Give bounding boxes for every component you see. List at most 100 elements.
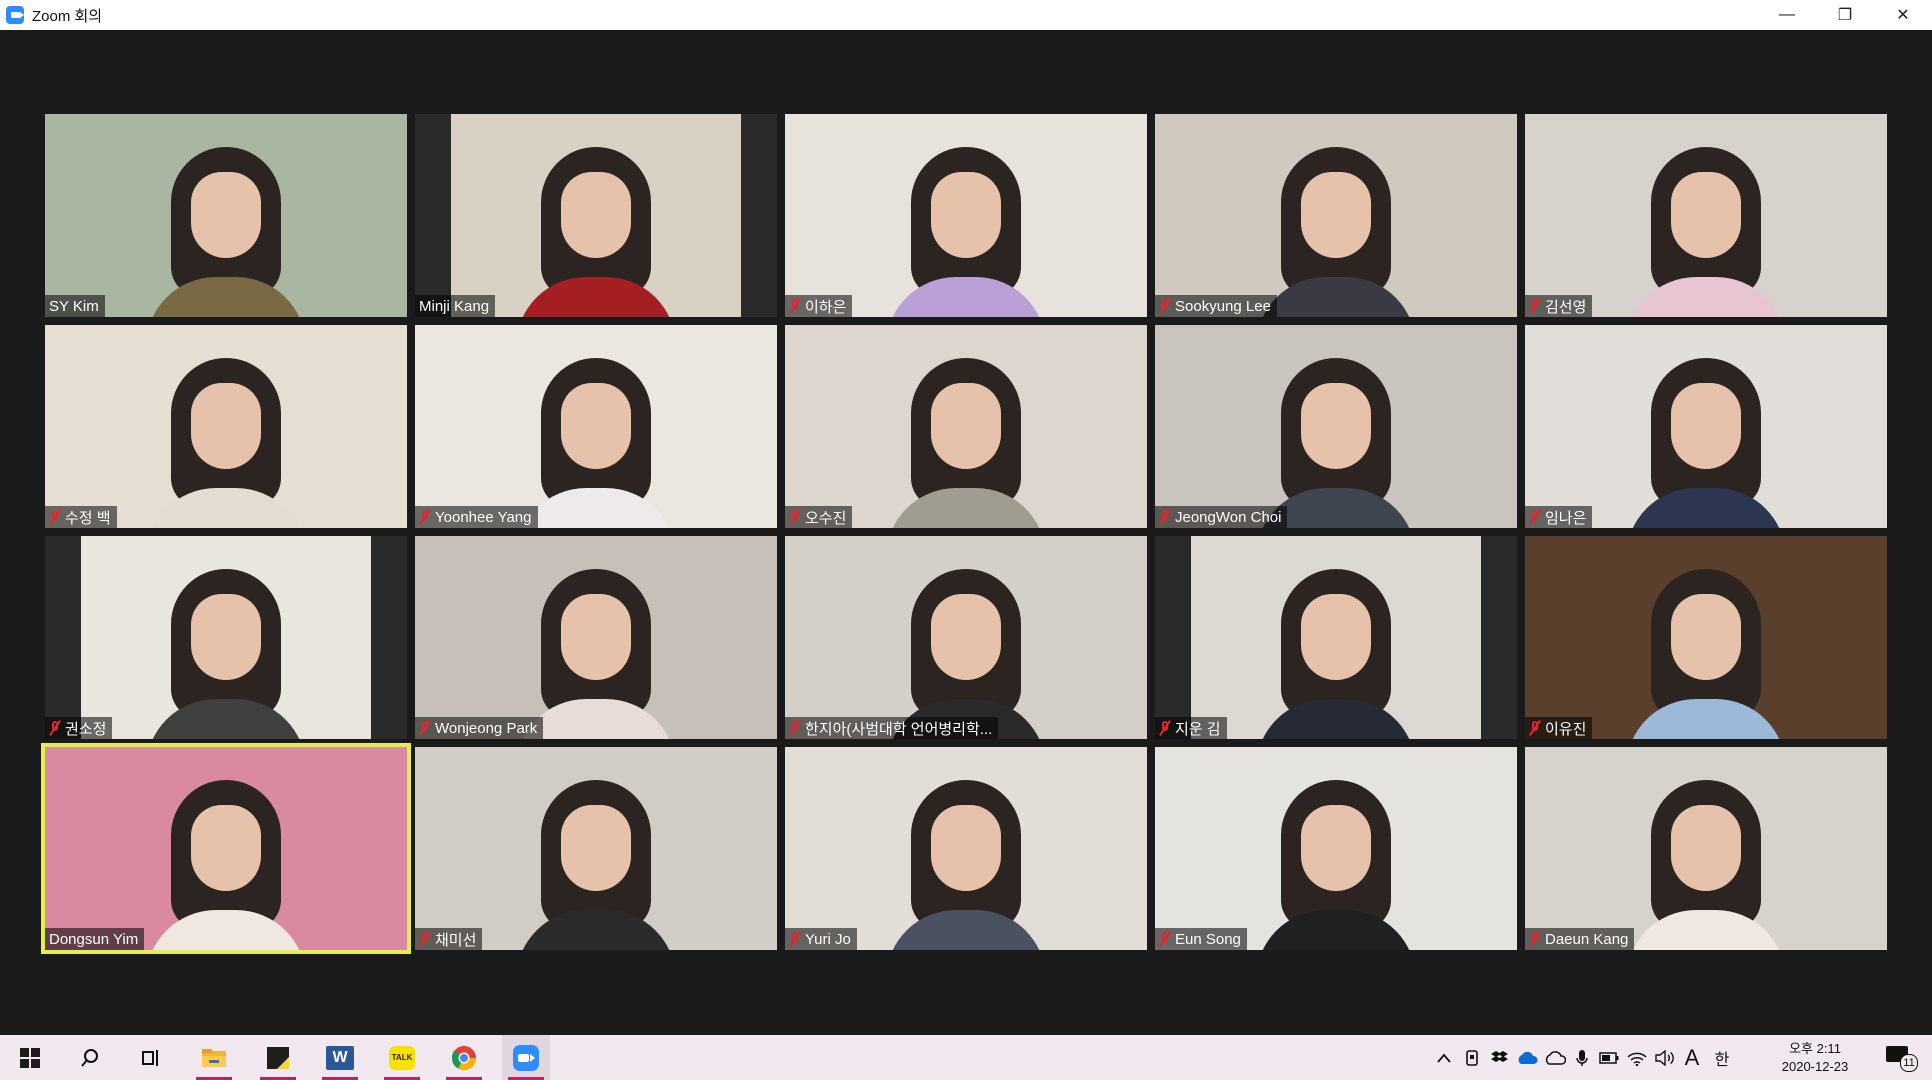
window-title: Zoom 회의 (32, 7, 103, 25)
participant-figure (1251, 770, 1421, 950)
participant-video (1525, 114, 1887, 317)
participant-tile[interactable]: Sookyung Lee (1155, 114, 1517, 317)
participant-video (785, 325, 1147, 528)
maximize-button[interactable]: ❐ (1816, 0, 1874, 30)
participant-tile[interactable]: 이유진 (1525, 536, 1887, 739)
muted-microphone-icon (1529, 720, 1541, 736)
tray-ime-mode-button[interactable]: A (1680, 1035, 1704, 1080)
close-button[interactable]: ✕ (1874, 0, 1932, 30)
participant-figure (141, 348, 311, 528)
participant-tile[interactable]: Yuri Jo (785, 747, 1147, 950)
tray-volume-button[interactable] (1652, 1035, 1678, 1080)
participant-name: SY Kim (49, 297, 99, 315)
participant-video (45, 747, 407, 950)
muted-microphone-icon (1159, 931, 1171, 947)
participant-name-plate: Eun Song (1155, 928, 1247, 950)
participant-tile[interactable]: Minji Kang (415, 114, 777, 317)
zoom-button[interactable] (502, 1035, 550, 1080)
clock[interactable]: 오후 2:11 2020-12-23 (1770, 1035, 1860, 1080)
participant-video (1525, 325, 1887, 528)
search-icon (81, 1048, 98, 1067)
search-button[interactable] (66, 1035, 114, 1080)
participant-video (1191, 536, 1481, 739)
word-icon: W (326, 1045, 354, 1070)
tray-wifi-button[interactable] (1624, 1035, 1650, 1080)
participant-tile[interactable]: Wonjeong Park (415, 536, 777, 739)
participant-tile[interactable]: 이하은 (785, 114, 1147, 317)
participant-video (415, 536, 777, 739)
participant-name-plate: SY Kim (45, 295, 105, 317)
taskbar: W TALK A 한 오후 2:11 2020-12-23 11 (0, 1035, 1932, 1080)
start-button[interactable] (6, 1035, 54, 1080)
participant-tile[interactable]: 지운 김 (1155, 536, 1517, 739)
tray-onedrive-button[interactable] (1514, 1035, 1540, 1080)
participant-tile[interactable]: 수정 백 (45, 325, 407, 528)
tray-dropbox-button[interactable] (1488, 1035, 1512, 1080)
participant-figure (881, 559, 1051, 739)
participant-video (1525, 536, 1887, 739)
participant-name: 임나은 (1545, 509, 1587, 527)
participant-figure (141, 137, 311, 317)
minimize-button[interactable]: — (1758, 0, 1816, 30)
participant-tile[interactable]: 채미선 (415, 747, 777, 950)
tray-onedrive-personal-button[interactable] (1542, 1035, 1568, 1080)
task-view-button[interactable] (126, 1035, 174, 1080)
participant-video (81, 536, 371, 739)
tray-microphone-button[interactable] (1570, 1035, 1594, 1080)
participant-name-plate: 임나은 (1525, 506, 1593, 528)
participant-tile[interactable]: 임나은 (1525, 325, 1887, 528)
participant-tile[interactable]: 김선영 (1525, 114, 1887, 317)
participant-name: 이유진 (1545, 720, 1587, 738)
muted-microphone-icon (49, 509, 61, 525)
participant-figure (1621, 137, 1791, 317)
tray-device-button[interactable] (1460, 1035, 1484, 1080)
participant-tile[interactable]: 한지아(사범대학 언어병리학... (785, 536, 1147, 739)
muted-microphone-icon (419, 720, 431, 736)
sticky-notes-button[interactable] (254, 1035, 302, 1080)
participant-name: Eun Song (1175, 930, 1241, 948)
participant-figure (141, 770, 311, 950)
participant-name: Yoonhee Yang (435, 508, 532, 526)
participant-name-plate: 이유진 (1525, 717, 1593, 739)
tray-battery-button[interactable] (1596, 1035, 1622, 1080)
wifi-icon (1627, 1052, 1647, 1066)
tray-language-button[interactable]: 한 (1708, 1035, 1736, 1080)
participant-name-plate: Sookyung Lee (1155, 295, 1277, 317)
muted-microphone-icon (789, 931, 801, 947)
show-hidden-icons-button[interactable] (1432, 1035, 1456, 1080)
kakaotalk-button[interactable]: TALK (378, 1035, 426, 1080)
participant-video (45, 325, 407, 528)
participant-tile[interactable]: Dongsun Yim (41, 743, 411, 954)
word-button[interactable]: W (316, 1035, 364, 1080)
file-explorer-button[interactable] (190, 1035, 238, 1080)
participant-figure (511, 559, 681, 739)
participant-tile[interactable]: SY Kim (45, 114, 407, 317)
participant-video (1155, 325, 1517, 528)
participant-name-plate: 권소정 (45, 717, 113, 739)
file-explorer-icon (202, 1048, 226, 1067)
participant-tile[interactable]: JeongWon Choi (1155, 325, 1517, 528)
participant-figure (1621, 559, 1791, 739)
chrome-button[interactable] (440, 1035, 488, 1080)
participant-name: Wonjeong Park (435, 719, 538, 737)
muted-microphone-icon (49, 720, 61, 736)
participant-video (1155, 114, 1517, 317)
muted-microphone-icon (419, 509, 431, 525)
participant-name-plate: Yoonhee Yang (415, 506, 538, 528)
participant-tile[interactable]: Yoonhee Yang (415, 325, 777, 528)
participant-tile[interactable]: Daeun Kang (1525, 747, 1887, 950)
muted-microphone-icon (1529, 931, 1541, 947)
participant-figure (1251, 559, 1421, 739)
participant-video (785, 114, 1147, 317)
participant-name: 지운 김 (1175, 720, 1221, 738)
participant-name: 오수진 (805, 509, 847, 527)
participant-tile[interactable]: 권소정 (45, 536, 407, 739)
muted-microphone-icon (789, 720, 801, 736)
chrome-icon (451, 1045, 476, 1070)
participant-tile[interactable]: Eun Song (1155, 747, 1517, 950)
action-center-button[interactable]: 11 (1886, 1044, 1918, 1072)
participant-video (1155, 747, 1517, 950)
participant-video (45, 114, 407, 317)
onedrive-outline-icon (1545, 1050, 1566, 1065)
participant-tile[interactable]: 오수진 (785, 325, 1147, 528)
